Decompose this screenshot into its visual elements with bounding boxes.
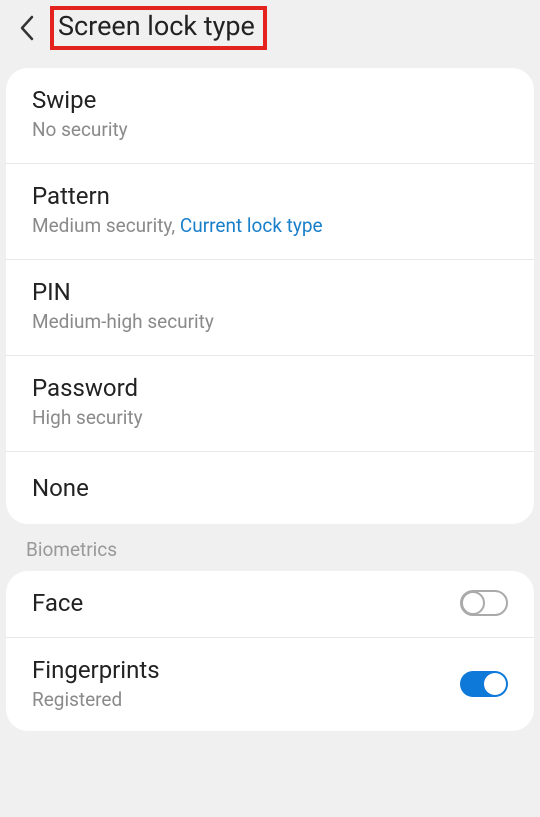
lock-type-title: PIN	[32, 278, 508, 306]
biometric-title: Face	[32, 589, 460, 617]
current-lock-type-label: Current lock type	[180, 214, 323, 237]
lock-type-card: Swipe No security Pattern Medium securit…	[6, 68, 534, 524]
biometric-face[interactable]: Face	[6, 571, 534, 638]
lock-type-title: Pattern	[32, 182, 508, 210]
page-title: Screen lock type	[58, 10, 255, 42]
lock-type-password[interactable]: Password High security	[6, 356, 534, 452]
lock-type-sub: Medium-high security	[32, 310, 508, 333]
lock-type-pin[interactable]: PIN Medium-high security	[6, 260, 534, 356]
lock-type-sub: No security	[32, 118, 508, 141]
lock-type-swipe[interactable]: Swipe No security	[6, 68, 534, 164]
face-toggle[interactable]	[460, 590, 508, 616]
lock-type-sub: High security	[32, 406, 508, 429]
header: Screen lock type	[0, 0, 540, 64]
biometrics-card: Face Fingerprints Registered	[6, 571, 534, 731]
lock-type-pattern[interactable]: Pattern Medium security, Current lock ty…	[6, 164, 534, 260]
lock-type-title: Password	[32, 374, 508, 402]
lock-type-none[interactable]: None	[6, 452, 534, 524]
title-highlight-box: Screen lock type	[50, 6, 267, 50]
biometric-sub: Registered	[32, 688, 460, 711]
lock-type-title: None	[32, 474, 508, 502]
fingerprints-toggle[interactable]	[460, 671, 508, 697]
biometric-fingerprints[interactable]: Fingerprints Registered	[6, 638, 534, 731]
lock-type-title: Swipe	[32, 86, 508, 114]
biometrics-section-label: Biometrics	[0, 524, 540, 567]
back-icon[interactable]	[10, 11, 44, 45]
biometric-title: Fingerprints	[32, 656, 460, 684]
lock-type-sub: Medium security, Current lock type	[32, 214, 508, 237]
